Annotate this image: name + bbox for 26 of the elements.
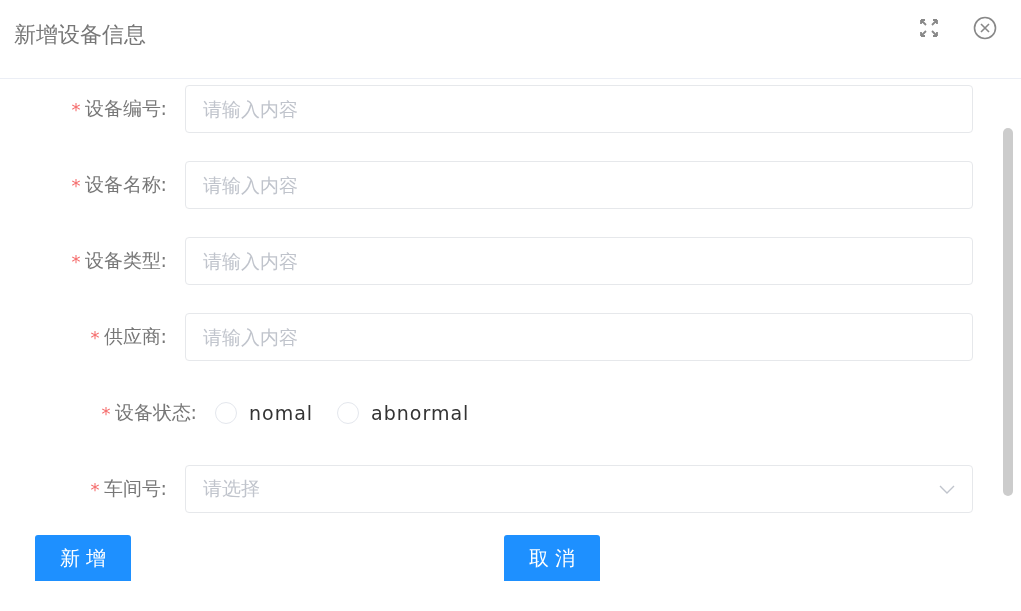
chevron-down-icon — [939, 484, 955, 494]
required-asterisk: * — [71, 174, 81, 196]
input-field[interactable]: 请输入内容 — [185, 85, 973, 133]
input-field[interactable]: 请输入内容 — [185, 237, 973, 285]
field-label: 设备编号: — [84, 96, 167, 121]
input-field[interactable]: 请输入内容 — [185, 161, 973, 209]
required-asterisk: * — [90, 326, 100, 348]
fullscreen-icon[interactable] — [919, 18, 939, 38]
dialog-button[interactable]: 新 增 — [35, 535, 131, 581]
dialog-button[interactable]: 取 消 — [504, 535, 600, 581]
required-asterisk: * — [71, 98, 81, 120]
input-field[interactable]: 请输入内容 — [185, 313, 973, 361]
required-asterisk: * — [90, 478, 100, 500]
close-icon[interactable] — [973, 16, 997, 40]
field-label: 供应商: — [103, 324, 167, 349]
dialog-title: 新增设备信息 — [14, 20, 147, 49]
field-label: 车间号: — [103, 476, 167, 501]
scrollbar[interactable] — [1003, 128, 1013, 496]
radio-label[interactable]: abnormal — [371, 402, 470, 424]
field-label: 设备类型: — [84, 248, 167, 273]
radio-label[interactable]: nomal — [249, 402, 314, 424]
required-asterisk: * — [71, 250, 81, 272]
required-asterisk: * — [101, 402, 111, 424]
select-field[interactable]: 请选择 — [185, 465, 973, 513]
field-label: 设备状态: — [114, 400, 197, 425]
field-label: 设备名称: — [84, 172, 167, 197]
